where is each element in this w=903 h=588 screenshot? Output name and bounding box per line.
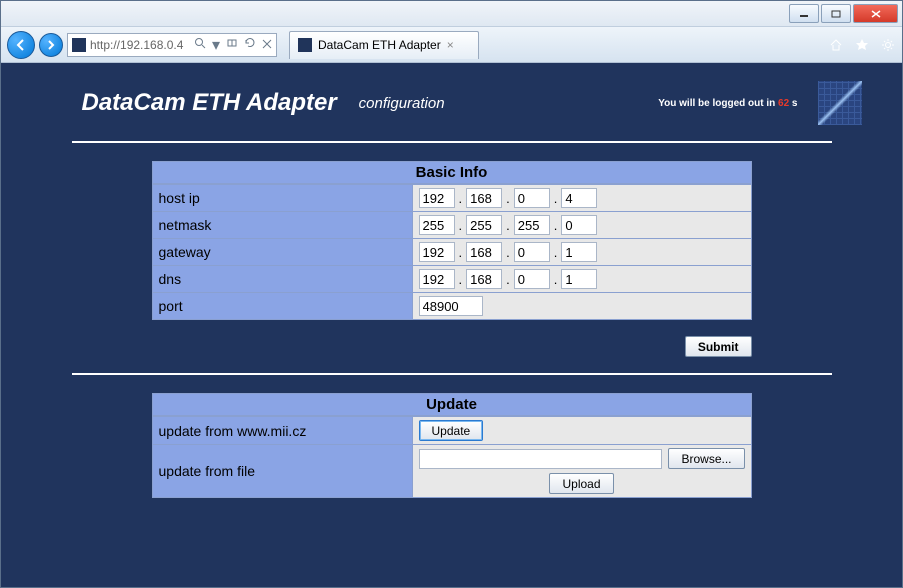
file-path-input[interactable] [419, 449, 663, 469]
browser-window: http://192.168.0.4 ▾ DataCam [0, 0, 903, 588]
row-dns: dns . . . [153, 265, 751, 292]
compat-icon[interactable] [226, 36, 238, 54]
close-button[interactable] [853, 4, 898, 23]
label-port: port [153, 293, 413, 319]
search-icon[interactable] [194, 36, 206, 54]
tab-strip: DataCam ETH Adapter × [289, 31, 479, 59]
netmask-octet-4[interactable] [561, 215, 597, 235]
dns-octet-4[interactable] [561, 269, 597, 289]
gateway-octet-2[interactable] [466, 242, 502, 262]
browser-tab[interactable]: DataCam ETH Adapter × [289, 31, 479, 59]
site-favicon [72, 38, 86, 52]
port-input[interactable] [419, 296, 483, 316]
logout-message: You will be logged out in 62 s [658, 98, 797, 109]
page-content: DataCam ETH Adapter configuration You wi… [1, 63, 902, 587]
basic-info-title: Basic Info [153, 162, 751, 184]
refresh-icon[interactable] [244, 36, 256, 54]
gateway-octet-1[interactable] [419, 242, 455, 262]
tab-favicon [298, 38, 312, 52]
browser-toolbar: http://192.168.0.4 ▾ DataCam [1, 27, 902, 63]
gateway-octet-3[interactable] [514, 242, 550, 262]
netmask-octet-3[interactable] [514, 215, 550, 235]
update-panel: Update update from www.mii.cz Update upd… [152, 393, 752, 498]
dropdown-icon[interactable]: ▾ [212, 35, 220, 55]
upload-button[interactable]: Upload [549, 473, 613, 494]
dns-octet-1[interactable] [419, 269, 455, 289]
row-host-ip: host ip . . . [153, 184, 751, 211]
page-title: DataCam ETH Adapter [82, 89, 337, 117]
address-bar[interactable]: http://192.168.0.4 ▾ [67, 33, 277, 57]
minimize-button[interactable] [789, 4, 819, 23]
dns-octet-2[interactable] [466, 269, 502, 289]
window-titlebar [1, 1, 902, 27]
netmask-octet-1[interactable] [419, 215, 455, 235]
favorites-icon[interactable] [854, 37, 870, 53]
logout-seconds: 62 [778, 98, 789, 109]
logout-suffix: s [789, 98, 797, 109]
settings-icon[interactable] [880, 37, 896, 53]
page-header: DataCam ETH Adapter configuration You wi… [32, 81, 872, 141]
row-update-web: update from www.mii.cz Update [153, 416, 751, 444]
label-netmask: netmask [153, 212, 413, 238]
basic-info-panel: Basic Info host ip . . . netmask . . [152, 161, 752, 320]
host-ip-octet-4[interactable] [561, 188, 597, 208]
row-update-file: update from file Browse... Upload [153, 444, 751, 497]
label-dns: dns [153, 266, 413, 292]
update-title: Update [153, 394, 751, 416]
page-subtitle: configuration [359, 95, 445, 112]
divider [72, 141, 832, 143]
browse-button[interactable]: Browse... [668, 448, 744, 469]
gateway-octet-4[interactable] [561, 242, 597, 262]
submit-button[interactable]: Submit [685, 336, 752, 357]
tab-title: DataCam ETH Adapter [318, 38, 441, 52]
tab-close-icon[interactable]: × [447, 38, 454, 52]
dns-octet-3[interactable] [514, 269, 550, 289]
label-update-web: update from www.mii.cz [153, 417, 413, 444]
chart-icon [818, 81, 862, 125]
label-update-file: update from file [153, 445, 413, 497]
row-netmask: netmask . . . [153, 211, 751, 238]
url-text: http://192.168.0.4 [90, 38, 183, 52]
label-gateway: gateway [153, 239, 413, 265]
host-ip-octet-2[interactable] [466, 188, 502, 208]
logout-prefix: You will be logged out in [658, 98, 778, 109]
forward-button[interactable] [39, 33, 63, 57]
divider-2 [72, 373, 832, 375]
maximize-button[interactable] [821, 4, 851, 23]
update-button[interactable]: Update [419, 420, 484, 441]
label-host-ip: host ip [153, 185, 413, 211]
netmask-octet-2[interactable] [466, 215, 502, 235]
home-icon[interactable] [828, 37, 844, 53]
browser-right-icons [828, 37, 896, 53]
row-gateway: gateway . . . [153, 238, 751, 265]
host-ip-octet-3[interactable] [514, 188, 550, 208]
stop-icon[interactable] [262, 36, 272, 54]
host-ip-octet-1[interactable] [419, 188, 455, 208]
back-button[interactable] [7, 31, 35, 59]
row-port: port [153, 292, 751, 319]
